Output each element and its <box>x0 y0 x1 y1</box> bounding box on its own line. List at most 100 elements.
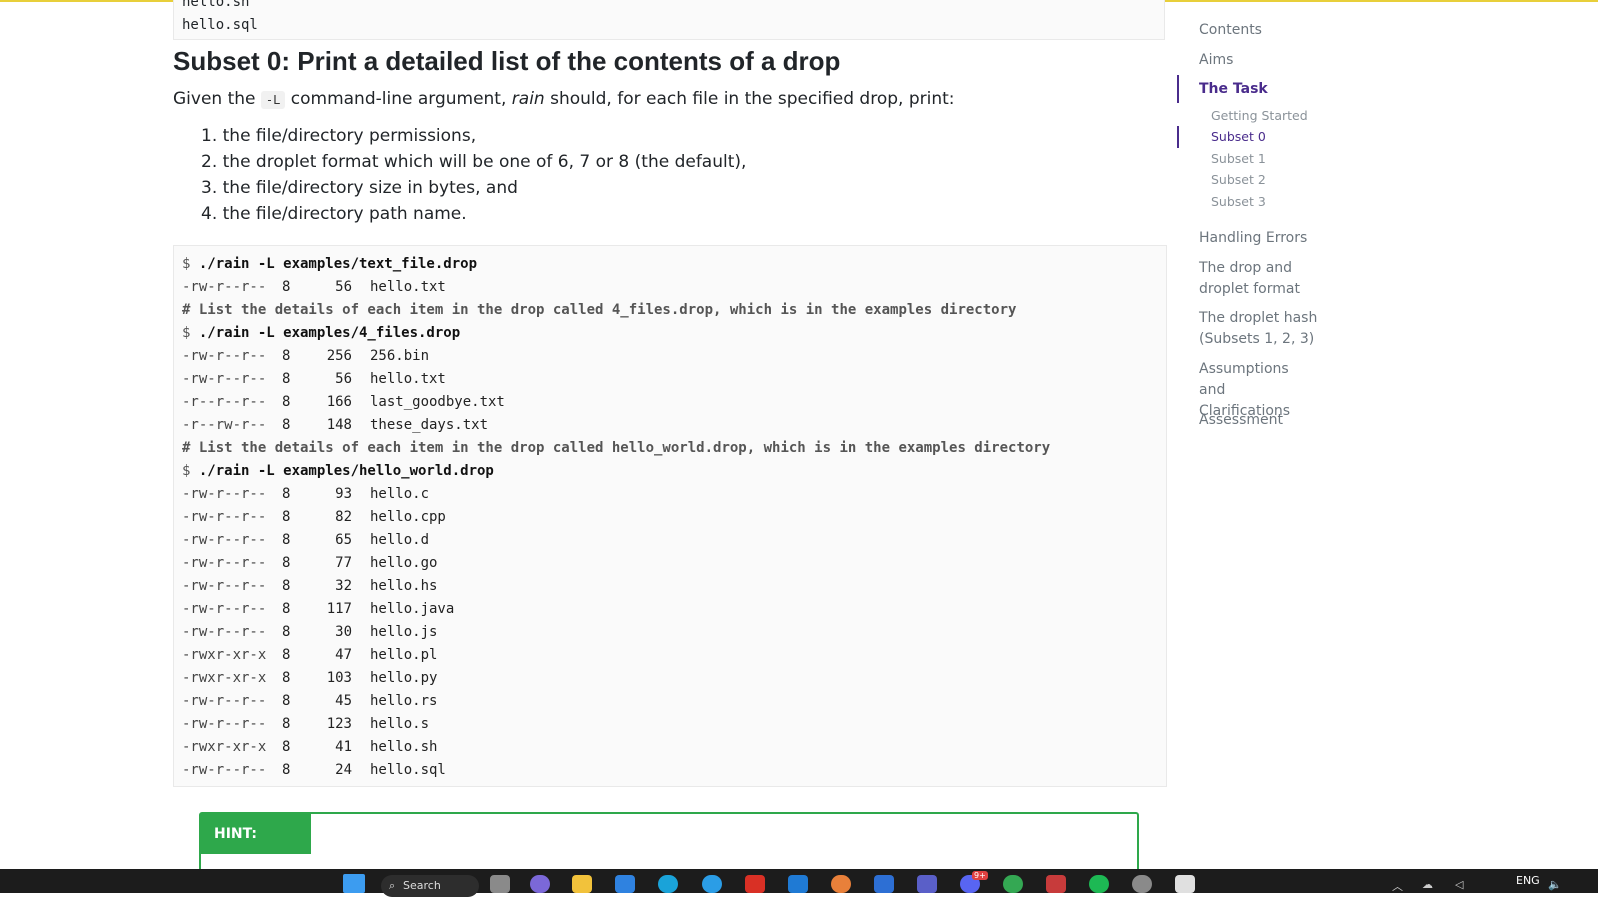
toc-item-aims[interactable]: Aims <box>1199 52 1233 68</box>
entry-name: hello.go <box>370 555 438 571</box>
entry-format: 8 <box>282 394 291 410</box>
entry-size: 47 <box>335 647 352 663</box>
code-entry-line: -rw-r--r-- 8 56 hello.txt <box>182 276 1158 299</box>
code-line: hello.sh <box>182 0 250 10</box>
language-indicator[interactable]: ENG <box>1516 874 1540 887</box>
gmail-icon[interactable] <box>745 875 765 893</box>
send-icon[interactable]: ◁ <box>1455 878 1463 891</box>
entry-permissions: -rw-r--r-- <box>182 348 267 364</box>
code-command-line: $ ./rain -L examples/4_files.drop <box>182 322 1158 345</box>
code-entry-line: -rw-r--r-- 8 117 hello.java <box>182 598 1158 621</box>
store-icon[interactable] <box>615 875 635 893</box>
toc-item-droplet-hash[interactable]: The droplet hash (Subsets 1, 2, 3) <box>1199 308 1319 350</box>
entry-permissions: -rw-r--r-- <box>182 371 267 387</box>
section-heading: Subset 0: Print a detailed list of the c… <box>173 46 841 76</box>
entry-permissions: -rw-r--r-- <box>182 555 267 571</box>
spotify-icon[interactable] <box>1089 875 1109 893</box>
list-item: 4. the file/directory path name. <box>201 204 467 224</box>
vscode-icon[interactable] <box>788 875 808 893</box>
settings-gear-icon[interactable] <box>1132 875 1152 893</box>
entry-format: 8 <box>282 279 291 295</box>
entry-name: hello.pl <box>370 647 438 663</box>
command-text: ./rain -L examples/4_files.drop <box>198 325 461 341</box>
entry-format: 8 <box>282 693 291 709</box>
entry-format: 8 <box>282 601 291 617</box>
weather-icon[interactable] <box>702 875 722 893</box>
toc-item-subset-3[interactable]: Subset 3 <box>1211 194 1266 209</box>
toc-item-subset-1[interactable]: Subset 1 <box>1211 151 1266 166</box>
entry-size: 148 <box>326 417 352 433</box>
edge-icon[interactable] <box>658 875 678 893</box>
taskbar-search[interactable]: ⌕ Search <box>381 875 479 897</box>
snipping-tool-icon[interactable] <box>1046 875 1066 893</box>
entry-format: 8 <box>282 670 291 686</box>
code-entry-line: -rw-r--r-- 8 256 256.bin <box>182 345 1158 368</box>
entry-format: 8 <box>282 555 291 571</box>
volume-icon[interactable]: 🔈 <box>1548 878 1562 891</box>
toc-item-handling-errors[interactable]: Handling Errors <box>1199 230 1307 246</box>
code-line: hello.sql <box>182 17 258 33</box>
firefox-icon[interactable] <box>831 875 851 893</box>
entry-name: hello.sh <box>370 739 438 755</box>
code-entry-line: -rw-r--r-- 8 30 hello.js <box>182 621 1158 644</box>
entry-name: hello.sql <box>370 762 446 778</box>
entry-size: 256 <box>326 348 352 364</box>
code-command-line: $ ./rain -L examples/text_file.drop <box>182 253 1158 276</box>
entry-format: 8 <box>282 647 291 663</box>
entry-format: 8 <box>282 509 291 525</box>
program-name: rain <box>511 89 545 109</box>
toc-active-bar <box>1177 126 1179 148</box>
entry-format: 8 <box>282 371 291 387</box>
command-text: ./rain -L examples/text_file.drop <box>198 256 478 272</box>
entry-size: 56 <box>335 371 352 387</box>
security-icon[interactable] <box>874 875 894 893</box>
entry-permissions: -rwxr-xr-x <box>182 670 267 686</box>
entry-size: 56 <box>335 279 352 295</box>
entry-name: 256.bin <box>370 348 430 364</box>
toc-item-subset-2[interactable]: Subset 2 <box>1211 172 1266 187</box>
entry-size: 93 <box>335 486 352 502</box>
code-entry-line: -rw-r--r-- 8 32 hello.hs <box>182 575 1158 598</box>
entry-permissions: -r--r--r-- <box>182 394 267 410</box>
cloud-icon[interactable]: ☁ <box>1422 878 1433 891</box>
chrome-icon[interactable] <box>1003 875 1023 893</box>
code-entry-line: -r--r--r-- 8 166 last_goodbye.txt <box>182 391 1158 414</box>
entry-permissions: -rw-r--r-- <box>182 279 267 295</box>
notepad-icon[interactable] <box>1175 875 1195 893</box>
list-item: 2. the droplet format which will be one … <box>201 152 747 172</box>
entry-size: 117 <box>326 601 352 617</box>
entry-size: 24 <box>335 762 352 778</box>
toc-item-drop-format[interactable]: The drop and droplet format <box>1199 258 1319 300</box>
entry-permissions: -r--rw-r-- <box>182 417 267 433</box>
code-entry-line: -rw-r--r-- 8 45 hello.rs <box>182 690 1158 713</box>
code-command-line: $ ./rain -L examples/hello_world.drop <box>182 460 1158 483</box>
code-entry-line: -rw-r--r-- 8 56 hello.txt <box>182 368 1158 391</box>
entry-size: 45 <box>335 693 352 709</box>
file-explorer-icon[interactable] <box>572 875 592 893</box>
entry-size: 30 <box>335 624 352 640</box>
shell-prompt: $ <box>182 325 199 341</box>
toc-item-getting-started[interactable]: Getting Started <box>1211 108 1308 123</box>
code-entry-line: -rw-r--r-- 8 24 hello.sql <box>182 759 1158 782</box>
code-entry-line: -rwxr-xr-x 8 41 hello.sh <box>182 736 1158 759</box>
code-entry-line: -rw-r--r-- 8 65 hello.d <box>182 529 1158 552</box>
shell-prompt: $ <box>182 256 199 272</box>
intro-text: Given the <box>173 89 261 109</box>
teams-icon[interactable] <box>917 875 937 893</box>
code-entry-line: -rw-r--r-- 8 77 hello.go <box>182 552 1158 575</box>
intro-text: command-line argument, <box>285 89 512 109</box>
windows-taskbar: ⌕ Search 9+ ︿ ☁ ◁ ENG 🔈 <box>0 869 1598 897</box>
chevron-up-icon[interactable]: ︿ <box>1392 878 1403 894</box>
entry-size: 166 <box>326 394 352 410</box>
windows-start-icon[interactable] <box>343 874 365 893</box>
entry-name: hello.rs <box>370 693 438 709</box>
entry-permissions: -rwxr-xr-x <box>182 647 267 663</box>
list-item: 3. the file/directory size in bytes, and <box>201 178 518 198</box>
toc-item-assessment[interactable]: Assessment <box>1199 412 1283 428</box>
toc-item-the-task[interactable]: The Task <box>1199 81 1268 97</box>
teams-chat-icon[interactable] <box>530 875 550 893</box>
entry-format: 8 <box>282 486 291 502</box>
intro-text: should, for each file in the specified d… <box>544 89 955 109</box>
toc-item-subset-0[interactable]: Subset 0 <box>1211 129 1266 144</box>
task-view-icon[interactable] <box>490 875 510 893</box>
